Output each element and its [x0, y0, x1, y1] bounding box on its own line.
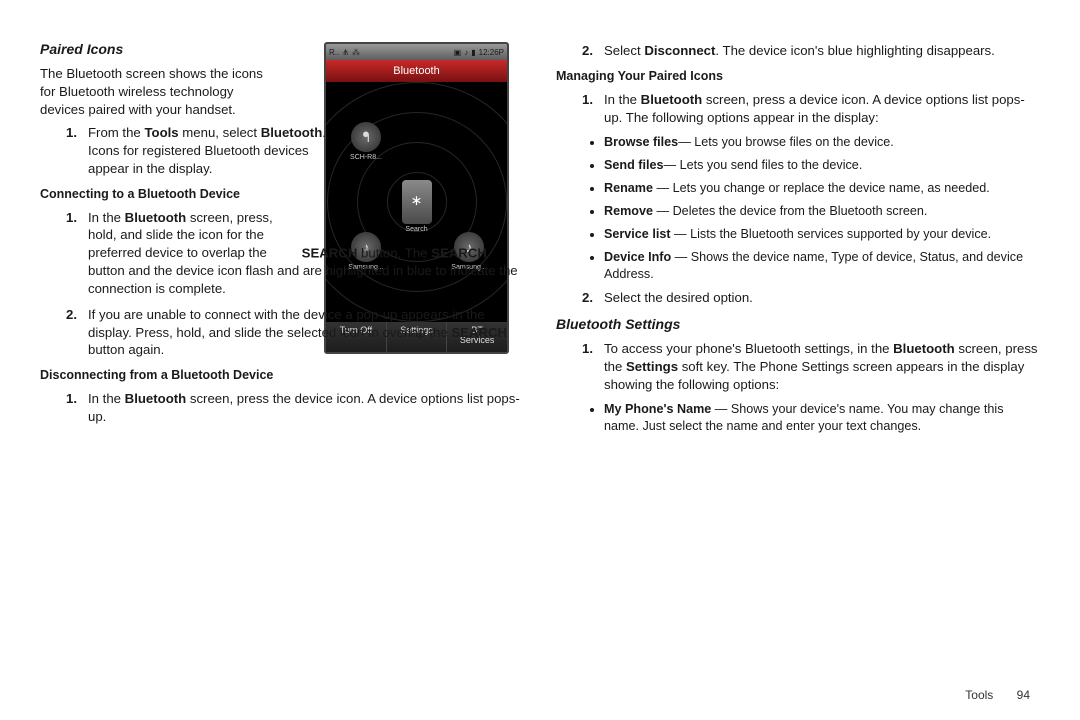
heading-managing: Managing Your Paired Icons: [556, 68, 1040, 85]
bold: Settings: [626, 359, 678, 374]
step: To access your phone's Bluetooth setting…: [604, 340, 1040, 393]
text: menu, select: [179, 125, 261, 140]
paired-icons-steps: From the Tools menu, select Bluetooth. I…: [40, 124, 524, 177]
list-item: Browse files— Lets you browse files on t…: [604, 134, 1040, 151]
text: — Lets you send files to the device.: [664, 158, 863, 172]
step: From the Tools menu, select Bluetooth. I…: [88, 124, 524, 177]
list-item: Service list — Lists the Bluetooth servi…: [604, 226, 1040, 243]
text: button and the device icon flash and are…: [88, 263, 518, 296]
step: If you are unable to connect with the de…: [88, 306, 524, 359]
step: Select Disconnect. The device icon's blu…: [604, 42, 1040, 60]
step: Select the desired option.: [604, 289, 1040, 307]
text: — Lets you browse files on the device.: [678, 135, 894, 149]
status-right: ▣ ♪ ▮ 12:26P: [454, 48, 504, 57]
bold: Device Info: [604, 250, 671, 264]
footer-page-number: 94: [1017, 688, 1030, 702]
device-options-list: Browse files— Lets you browse files on t…: [556, 134, 1040, 283]
signal-label: R..: [329, 48, 339, 57]
note-icon: ♪: [464, 48, 468, 57]
phone-status-bar: R.. ⋔ ⁂ ▣ ♪ ▮ 12:26P: [326, 44, 507, 60]
bold: SEARCH: [431, 245, 487, 260]
text: Select: [604, 43, 644, 58]
bold: Send files: [604, 158, 664, 172]
list-item: My Phone's Name — Shows your device's na…: [604, 401, 1040, 435]
text: In the: [88, 210, 125, 225]
bold: SEARCH: [302, 245, 358, 260]
bold: Rename: [604, 181, 653, 195]
bold: Bluetooth: [125, 391, 187, 406]
battery-icon: ▮: [471, 48, 475, 57]
status-left: R.. ⋔ ⁂: [329, 48, 360, 57]
settings-steps: To access your phone's Bluetooth setting…: [556, 340, 1040, 393]
text: button. The: [357, 245, 431, 260]
bold: Bluetooth: [125, 210, 187, 225]
bold: Service list: [604, 227, 671, 241]
disconnecting-steps-b: Select Disconnect. The device icon's blu…: [556, 42, 1040, 60]
step: In the Bluetooth screen, press the devic…: [88, 390, 524, 426]
bold: Bluetooth: [641, 92, 703, 107]
bold: Disconnect: [644, 43, 715, 58]
right-column: Select Disconnect. The device icon's blu…: [556, 38, 1040, 441]
step: In the Bluetooth screen, press a device …: [604, 91, 1040, 127]
bold: SEARCH: [451, 325, 507, 340]
wifi-icon: ⋔: [342, 48, 349, 57]
settings-options-list: My Phone's Name — Shows your device's na…: [556, 401, 1040, 435]
text: If you are unable to connect with the de…: [88, 307, 485, 340]
text: button again.: [88, 342, 164, 357]
list-item: Rename — Lets you change or replace the …: [604, 180, 1040, 197]
connecting-steps: In the Bluetooth screen, press, hold, an…: [40, 209, 524, 360]
phone-title-bar: Bluetooth: [326, 60, 507, 82]
paired-icons-intro: The Bluetooth screen shows the icons for…: [40, 65, 280, 118]
text: — Deletes the device from the Bluetooth …: [653, 204, 927, 218]
bold: Browse files: [604, 135, 678, 149]
two-column-layout: Paired Icons The Bluetooth screen shows …: [40, 38, 1040, 441]
text: — Lets you change or replace the device …: [653, 181, 990, 195]
bold: Tools: [144, 125, 178, 140]
manual-page: R.. ⋔ ⁂ ▣ ♪ ▮ 12:26P Bluetooth ∗: [0, 0, 1080, 720]
page-footer: Tools 94: [965, 688, 1030, 702]
text: . The device icon's blue highlighting di…: [715, 43, 994, 58]
text: To access your phone's Bluetooth setting…: [604, 341, 893, 356]
text: — Lists the Bluetooth services supported…: [671, 227, 992, 241]
alarm-icon: ▣: [454, 48, 462, 57]
bold: Remove: [604, 204, 653, 218]
text: In the: [88, 391, 125, 406]
managing-steps-b: Select the desired option.: [556, 289, 1040, 307]
step: In the Bluetooth screen, press, hold, an…: [88, 209, 524, 298]
bold: My Phone's Name: [604, 402, 711, 416]
footer-section: Tools: [965, 688, 993, 702]
heading-disconnecting: Disconnecting from a Bluetooth Device: [40, 367, 524, 384]
disconnecting-steps-a: In the Bluetooth screen, press the devic…: [40, 390, 524, 426]
bold: Bluetooth: [261, 125, 323, 140]
heading-bluetooth-settings: Bluetooth Settings: [556, 315, 1040, 334]
list-item: Remove — Deletes the device from the Blu…: [604, 203, 1040, 220]
list-item: Device Info — Shows the device name, Typ…: [604, 249, 1040, 283]
bold: Bluetooth: [893, 341, 955, 356]
managing-steps: In the Bluetooth screen, press a device …: [556, 91, 1040, 127]
text: From the: [88, 125, 144, 140]
bluetooth-icon: ⁂: [352, 48, 360, 57]
list-item: Send files— Lets you send files to the d…: [604, 157, 1040, 174]
clock-label: 12:26P: [479, 48, 504, 57]
text: In the: [604, 92, 641, 107]
